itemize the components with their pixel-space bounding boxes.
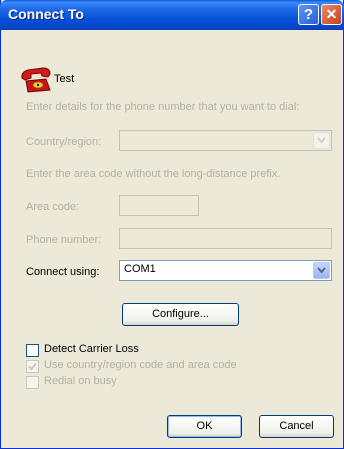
connect-using-select[interactable]: COM1 [119,260,332,281]
help-button[interactable]: ? [298,4,319,25]
phone-instruction: Enter details for the phone number that … [26,101,300,113]
window-title: Connect To [8,6,84,22]
detect-carrier-loss-checkbox[interactable] [26,344,39,357]
phone-icon [19,64,53,98]
connection-name: Test [54,73,75,85]
area-instruction: Enter the area code without the long-dis… [26,168,281,180]
close-icon: ✕ [325,6,338,22]
redial-on-busy-label: Redial on busy [44,375,117,387]
phone-number-label: Phone number: [26,234,102,246]
checkmark-icon [28,362,37,371]
connect-using-label: Connect using: [26,266,100,278]
country-select[interactable] [119,130,332,151]
close-button[interactable]: ✕ [321,4,342,25]
help-icon: ? [303,6,314,23]
title-bar[interactable]: Connect To ? ✕ [0,0,344,30]
use-country-code-checkbox[interactable] [26,360,39,373]
chevron-down-icon[interactable] [313,132,330,149]
area-code-field[interactable] [119,195,199,216]
area-code-label: Area code: [26,201,80,213]
cancel-button[interactable]: Cancel [259,415,334,438]
ok-button[interactable]: OK [167,415,242,438]
detect-carrier-loss-label: Detect Carrier Loss [44,343,139,355]
redial-on-busy-checkbox[interactable] [26,376,39,389]
use-country-code-label: Use country/region code and area code [44,359,237,371]
configure-button[interactable]: Configure... [122,303,239,326]
chevron-down-icon[interactable] [313,262,330,279]
phone-number-field[interactable] [119,228,332,249]
country-label: Country/region: [26,136,102,148]
connect-to-dialog: Connect To ? ✕ Test Enter details for th… [0,0,344,449]
